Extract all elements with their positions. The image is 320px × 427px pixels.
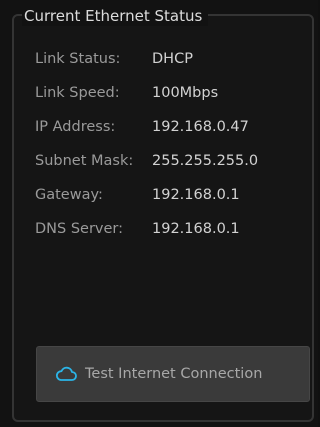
dns-server-value: 192.168.0.1 [152, 221, 240, 237]
status-row-link-status: Link Status: DHCP [35, 42, 305, 76]
status-row-subnet-mask: Subnet Mask: 255.255.255.0 [35, 144, 305, 178]
ip-address-label: IP Address: [35, 119, 116, 135]
subnet-mask-label: Subnet Mask: [35, 153, 134, 169]
gateway-value: 192.168.0.1 [152, 187, 240, 203]
ethernet-status-screen: Current Ethernet Status Link Status: DHC… [0, 0, 318, 427]
status-list: Link Status: DHCP Link Speed: 100Mbps IP… [35, 42, 305, 246]
link-status-value: DHCP [152, 51, 193, 67]
ip-address-value: 192.168.0.47 [152, 119, 249, 135]
status-row-gateway: Gateway: 192.168.0.1 [35, 178, 305, 212]
panel-title: Current Ethernet Status [22, 6, 209, 26]
link-speed-value: 100Mbps [152, 85, 219, 101]
dns-server-label: DNS Server: [35, 221, 124, 237]
link-speed-label: Link Speed: [35, 85, 120, 101]
cloud-icon [55, 366, 77, 382]
gateway-label: Gateway: [35, 187, 103, 203]
status-row-dns-server: DNS Server: 192.168.0.1 [35, 212, 305, 246]
status-row-link-speed: Link Speed: 100Mbps [35, 76, 305, 110]
subnet-mask-value: 255.255.255.0 [152, 153, 259, 169]
test-internet-connection-label: Test Internet Connection [85, 366, 263, 382]
test-internet-connection-button[interactable]: Test Internet Connection [36, 346, 310, 402]
link-status-label: Link Status: [35, 51, 121, 67]
status-row-ip-address: IP Address: 192.168.0.47 [35, 110, 305, 144]
